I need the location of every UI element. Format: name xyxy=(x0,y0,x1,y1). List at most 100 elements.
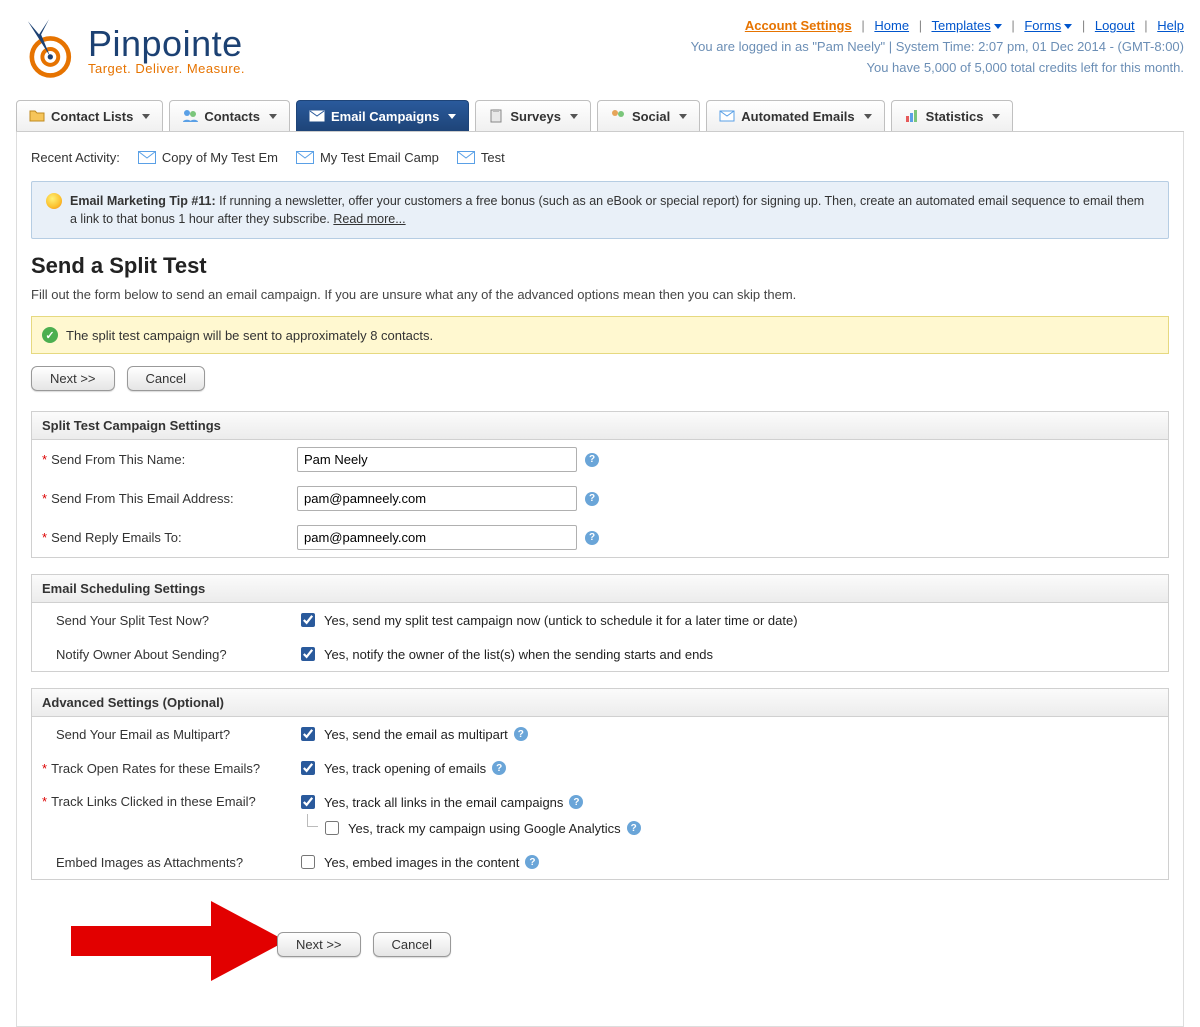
page-title: Send a Split Test xyxy=(31,253,1169,279)
content-panel: Recent Activity: Copy of My Test Em My T… xyxy=(16,132,1184,1027)
logo-name: Pinpointe xyxy=(88,23,245,65)
help-icon[interactable]: ? xyxy=(514,727,528,741)
chevron-down-icon xyxy=(992,114,1000,119)
track-links-checkbox[interactable] xyxy=(301,795,315,809)
send-now-label: Send Your Split Test Now? xyxy=(56,613,209,628)
section-campaign-settings: Split Test Campaign Settings * Send From… xyxy=(31,411,1169,558)
chevron-down-icon xyxy=(994,24,1002,29)
multipart-text: Yes, send the email as multipart xyxy=(324,727,508,742)
section-advanced: Advanced Settings (Optional) Send Your E… xyxy=(31,688,1169,880)
chevron-down-icon xyxy=(864,114,872,119)
from-name-label: Send From This Name: xyxy=(51,452,185,467)
section-header: Split Test Campaign Settings xyxy=(32,412,1168,440)
chevron-down-icon xyxy=(1064,24,1072,29)
help-icon[interactable]: ? xyxy=(627,821,641,835)
multipart-label: Send Your Email as Multipart? xyxy=(56,727,230,742)
envelope-icon xyxy=(296,151,314,164)
tip-read-more-link[interactable]: Read more... xyxy=(333,212,405,226)
track-open-label: Track Open Rates for these Emails? xyxy=(51,761,260,776)
help-icon[interactable]: ? xyxy=(585,492,599,506)
from-email-input[interactable] xyxy=(297,486,577,511)
next-button[interactable]: Next >> xyxy=(31,366,115,391)
section-header: Advanced Settings (Optional) xyxy=(32,689,1168,717)
track-links-text: Yes, track all links in the email campai… xyxy=(324,795,563,810)
envelope-icon xyxy=(138,151,156,164)
main-tabs: Contact Lists Contacts Email Campaigns S… xyxy=(16,100,1184,132)
tab-contact-lists[interactable]: Contact Lists xyxy=(16,100,163,131)
chevron-down-icon xyxy=(570,114,578,119)
tab-label: Statistics xyxy=(926,109,984,124)
chevron-down-icon xyxy=(448,114,456,119)
pinpointe-logo-icon xyxy=(16,16,82,82)
multipart-checkbox[interactable] xyxy=(301,727,315,741)
recent-activity-bar: Recent Activity: Copy of My Test Em My T… xyxy=(17,142,1183,173)
nav-templates[interactable]: Templates xyxy=(931,18,990,33)
nav-logout[interactable]: Logout xyxy=(1095,18,1135,33)
section-header: Email Scheduling Settings xyxy=(32,575,1168,603)
tip-text: If running a newsletter, offer your cust… xyxy=(70,194,1144,226)
tab-email-campaigns[interactable]: Email Campaigns xyxy=(296,100,469,131)
tab-automated-emails[interactable]: Automated Emails xyxy=(706,100,884,131)
people-icon xyxy=(610,108,626,124)
button-row-top: Next >> Cancel xyxy=(31,366,1169,391)
nav-forms[interactable]: Forms xyxy=(1024,18,1061,33)
send-now-checkbox[interactable] xyxy=(301,613,315,627)
from-name-input[interactable] xyxy=(297,447,577,472)
bottom-area: Next >> Cancel xyxy=(31,896,1169,996)
help-icon[interactable]: ? xyxy=(569,795,583,809)
recent-item[interactable]: Test xyxy=(457,150,505,165)
tip-box: Email Marketing Tip #11: If running a ne… xyxy=(31,181,1169,239)
logo: Pinpointe Target. Deliver. Measure. xyxy=(16,16,245,82)
cancel-button[interactable]: Cancel xyxy=(373,932,451,957)
button-row-bottom: Next >> Cancel xyxy=(277,932,451,957)
people-icon xyxy=(182,108,198,124)
notify-owner-text: Yes, notify the owner of the list(s) whe… xyxy=(324,647,713,662)
tab-contacts[interactable]: Contacts xyxy=(169,100,290,131)
tab-surveys[interactable]: Surveys xyxy=(475,100,591,131)
nav-home[interactable]: Home xyxy=(874,18,909,33)
nav-account-settings[interactable]: Account Settings xyxy=(745,18,852,33)
from-email-label: Send From This Email Address: xyxy=(51,491,234,506)
help-icon[interactable]: ? xyxy=(525,855,539,869)
send-now-text: Yes, send my split test campaign now (un… xyxy=(324,613,798,628)
section-scheduling: Email Scheduling Settings Send Your Spli… xyxy=(31,574,1169,672)
next-button[interactable]: Next >> xyxy=(277,932,361,957)
success-message: ✓ The split test campaign will be sent t… xyxy=(31,316,1169,354)
clipboard-icon xyxy=(488,108,504,124)
embed-images-label: Embed Images as Attachments? xyxy=(56,855,243,870)
help-icon[interactable]: ? xyxy=(585,453,599,467)
cancel-button[interactable]: Cancel xyxy=(127,366,205,391)
tab-statistics[interactable]: Statistics xyxy=(891,100,1014,131)
notify-owner-label: Notify Owner About Sending? xyxy=(56,647,227,662)
chevron-down-icon xyxy=(269,114,277,119)
reply-to-input[interactable] xyxy=(297,525,577,550)
track-ga-text: Yes, track my campaign using Google Anal… xyxy=(348,821,621,836)
help-icon[interactable]: ? xyxy=(492,761,506,775)
tab-label: Surveys xyxy=(510,109,561,124)
chevron-down-icon xyxy=(142,114,150,119)
lightbulb-icon xyxy=(46,193,62,209)
recent-item[interactable]: Copy of My Test Em xyxy=(138,150,278,165)
tab-label: Contact Lists xyxy=(51,109,133,124)
embed-images-checkbox[interactable] xyxy=(301,855,315,869)
logo-tagline: Target. Deliver. Measure. xyxy=(88,61,245,76)
recent-item-label: Test xyxy=(481,150,505,165)
recent-item[interactable]: My Test Email Camp xyxy=(296,150,439,165)
track-ga-checkbox[interactable] xyxy=(325,821,339,835)
status-credits-line: You have 5,000 of 5,000 total credits le… xyxy=(245,58,1184,79)
envelope-icon xyxy=(719,108,735,124)
bar-chart-icon xyxy=(904,108,920,124)
track-links-label: Track Links Clicked in these Email? xyxy=(51,794,256,809)
embed-images-text: Yes, embed images in the content xyxy=(324,855,519,870)
envelope-icon xyxy=(309,108,325,124)
help-icon[interactable]: ? xyxy=(585,531,599,545)
track-open-checkbox[interactable] xyxy=(301,761,315,775)
recent-label: Recent Activity: xyxy=(31,150,120,165)
page-subtitle: Fill out the form below to send an email… xyxy=(31,287,1169,302)
tab-social[interactable]: Social xyxy=(597,100,700,131)
success-text: The split test campaign will be sent to … xyxy=(66,328,433,343)
tab-label: Contacts xyxy=(204,109,260,124)
status-login-line: You are logged in as "Pam Neely" | Syste… xyxy=(245,37,1184,58)
notify-owner-checkbox[interactable] xyxy=(301,647,315,661)
nav-help[interactable]: Help xyxy=(1157,18,1184,33)
